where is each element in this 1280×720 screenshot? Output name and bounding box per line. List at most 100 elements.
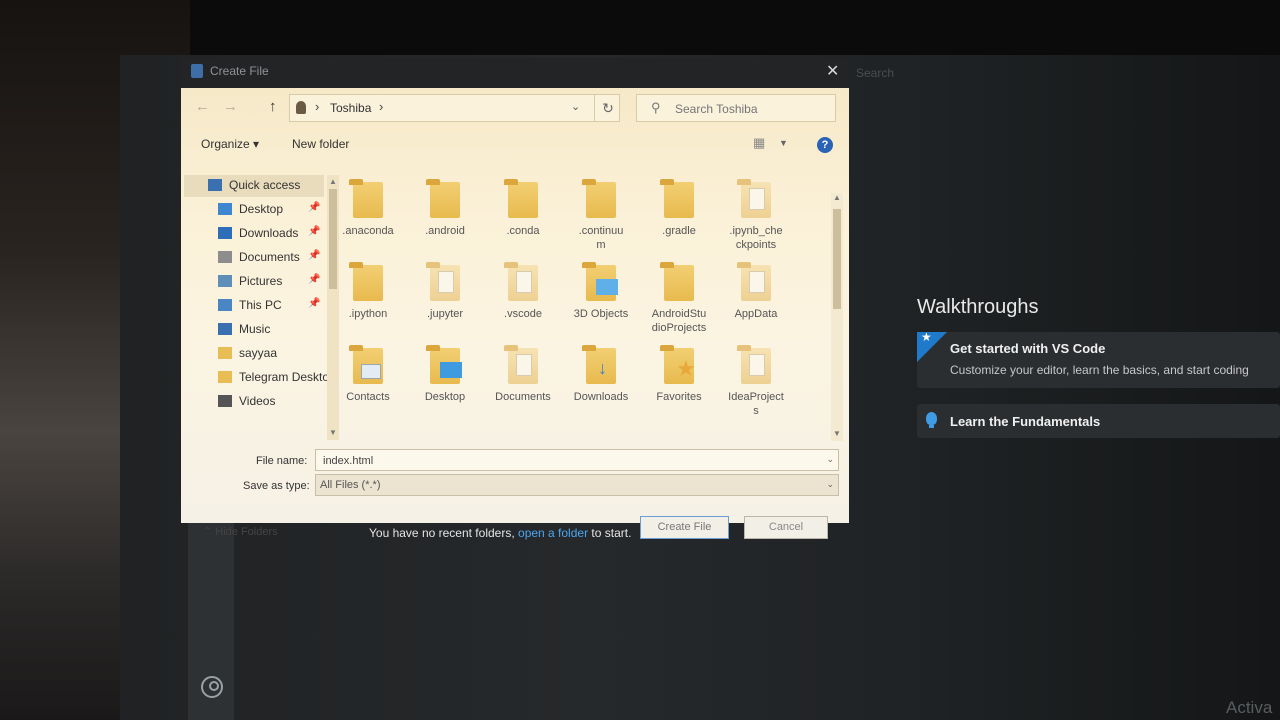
file-label: .vscode: [504, 308, 542, 320]
folder-icon: [349, 262, 383, 301]
nav-item-sayyaa[interactable]: sayyaa: [184, 343, 324, 365]
file-label: .anaconda: [342, 225, 394, 237]
search-box[interactable]: ⚲: [636, 94, 836, 122]
chevron-down-icon[interactable]: ⌄: [826, 479, 834, 490]
activate-windows-watermark: Activa: [1226, 698, 1273, 717]
scrollbar-thumb[interactable]: [833, 209, 841, 309]
nav-item-videos[interactable]: Videos: [184, 391, 324, 413]
file-item[interactable]: .conda: [485, 179, 561, 238]
file-item[interactable]: .anaconda: [330, 179, 406, 238]
nav-item-this-pc[interactable]: This PC 📌: [184, 295, 324, 317]
file-label: Documents: [495, 391, 551, 403]
chevron-up-icon: ⌃: [203, 526, 213, 538]
folder-icon: [218, 347, 232, 359]
file-label: IdeaProject s: [728, 391, 784, 417]
cancel-button[interactable]: Cancel: [744, 516, 828, 539]
file-label: .continuu m: [578, 225, 624, 251]
file-item[interactable]: .continuu m: [563, 179, 639, 252]
nav-item-telegram-deskto[interactable]: Telegram Deskto: [184, 367, 329, 389]
close-icon[interactable]: ✕: [826, 61, 839, 81]
recent-prefix: You have no recent folders,: [369, 526, 515, 540]
dialog-titlebar[interactable]: Create File ✕: [181, 58, 849, 88]
folder-icon: [349, 179, 383, 218]
folder-icon: [426, 179, 460, 218]
chevron-down-icon[interactable]: ⌄: [571, 100, 580, 113]
scroll-up-icon[interactable]: ▲: [833, 193, 841, 202]
pictures-icon: [218, 275, 232, 287]
nav-item-desktop[interactable]: Desktop 📌: [184, 199, 324, 221]
file-item[interactable]: Documents: [485, 345, 561, 404]
new-folder-button[interactable]: New folder: [292, 137, 349, 151]
file-label: .jupyter: [426, 308, 464, 320]
hide-folders-button[interactable]: ⌃ Hide Folders: [203, 525, 278, 538]
file-item[interactable]: Contacts: [330, 345, 406, 404]
folder-icon: [504, 179, 538, 218]
account-icon[interactable]: [201, 676, 223, 698]
nav-item-label: Telegram Deskto: [239, 370, 330, 384]
pin-icon: 📌: [308, 202, 321, 213]
breadcrumb-toshiba[interactable]: Toshiba: [330, 101, 371, 115]
file-item[interactable]: AndroidStu dioProjects: [641, 262, 717, 335]
file-label: Desktop: [424, 391, 466, 403]
recent-folders-message: You have no recent folders, open a folde…: [369, 526, 631, 540]
save-as-type-label: Save as type:: [243, 480, 310, 492]
back-arrow-icon[interactable]: ←: [195, 98, 210, 115]
address-bar[interactable]: › Toshiba › ⌄ ↻: [289, 94, 620, 122]
command-center-search[interactable]: Search: [856, 66, 894, 80]
file-item[interactable]: .android: [407, 179, 483, 238]
file-item[interactable]: IdeaProject s: [718, 345, 794, 418]
refresh-icon[interactable]: ↻: [594, 95, 621, 121]
file-item[interactable]: .vscode: [485, 262, 561, 321]
vscode-icon: [191, 64, 203, 78]
forward-arrow-icon[interactable]: →: [223, 98, 238, 115]
save-as-type-select[interactable]: All Files (*.*) ⌄: [315, 474, 839, 496]
folder-icon: [504, 262, 538, 301]
help-icon[interactable]: ?: [817, 137, 833, 153]
nav-item-label: Quick access: [229, 178, 301, 192]
file-name-input[interactable]: [321, 452, 815, 470]
nav-item-music[interactable]: Music: [184, 319, 324, 341]
search-input[interactable]: [673, 99, 832, 119]
file-item[interactable]: .ipynb_che ckpoints: [718, 179, 794, 252]
file-label: .conda: [506, 225, 540, 237]
contacts-folder-icon: [349, 345, 383, 384]
dialog-body: ← → ↑ › Toshiba › ⌄ ↻ ⚲ Organize ▾ New f…: [181, 88, 849, 539]
search-icon: ⚲: [651, 100, 661, 115]
file-item[interactable]: ↓ Downloads: [563, 345, 639, 404]
nav-item-documents[interactable]: Documents 📌: [184, 247, 324, 269]
scroll-down-icon[interactable]: ▼: [329, 428, 337, 437]
chevron-right-icon[interactable]: ›: [379, 99, 383, 114]
file-list-scrollbar[interactable]: ▲ ▼: [831, 193, 843, 441]
user-folder-icon: [296, 101, 306, 114]
file-item[interactable]: .gradle: [641, 179, 717, 238]
walkthrough-get-started[interactable]: ★ Get started with VS Code Customize you…: [917, 330, 1280, 388]
chevron-down-icon[interactable]: ▼: [779, 138, 788, 148]
file-name-field[interactable]: ⌄: [315, 449, 839, 471]
hide-folders-label: Hide Folders: [215, 526, 278, 538]
organize-button[interactable]: Organize ▾: [201, 137, 259, 151]
up-arrow-icon[interactable]: ↑: [269, 98, 277, 115]
walkthrough-fundamentals[interactable]: Learn the Fundamentals: [917, 404, 1280, 438]
star-icon: [208, 179, 222, 191]
nav-item-downloads[interactable]: Downloads 📌: [184, 223, 324, 245]
file-item[interactable]: .jupyter: [407, 262, 483, 321]
view-options-icon[interactable]: ▦: [753, 135, 765, 151]
folder-icon: [660, 262, 694, 301]
create-file-dialog: Create File ✕ ← → ↑ › Toshiba › ⌄ ↻ ⚲ Or…: [181, 58, 849, 539]
scroll-down-icon[interactable]: ▼: [833, 429, 841, 438]
music-icon: [218, 323, 232, 335]
pin-icon: 📌: [308, 274, 321, 285]
open-folder-link[interactable]: open a folder: [518, 526, 588, 540]
file-item[interactable]: ★ Favorites: [641, 345, 717, 404]
file-item[interactable]: Desktop: [407, 345, 483, 404]
nav-item-pictures[interactable]: Pictures 📌: [184, 271, 324, 293]
nav-item-quick-access[interactable]: Quick access: [184, 175, 324, 197]
folder-icon: [737, 262, 771, 301]
file-item[interactable]: .ipython: [330, 262, 406, 321]
file-item[interactable]: AppData: [718, 262, 794, 321]
walkthroughs-heading: Walkthroughs: [917, 296, 1039, 318]
file-item[interactable]: 3D Objects: [563, 262, 639, 321]
file-label: AppData: [734, 308, 778, 320]
create-file-button[interactable]: Create File: [640, 516, 729, 539]
chevron-down-icon[interactable]: ⌄: [826, 454, 834, 465]
